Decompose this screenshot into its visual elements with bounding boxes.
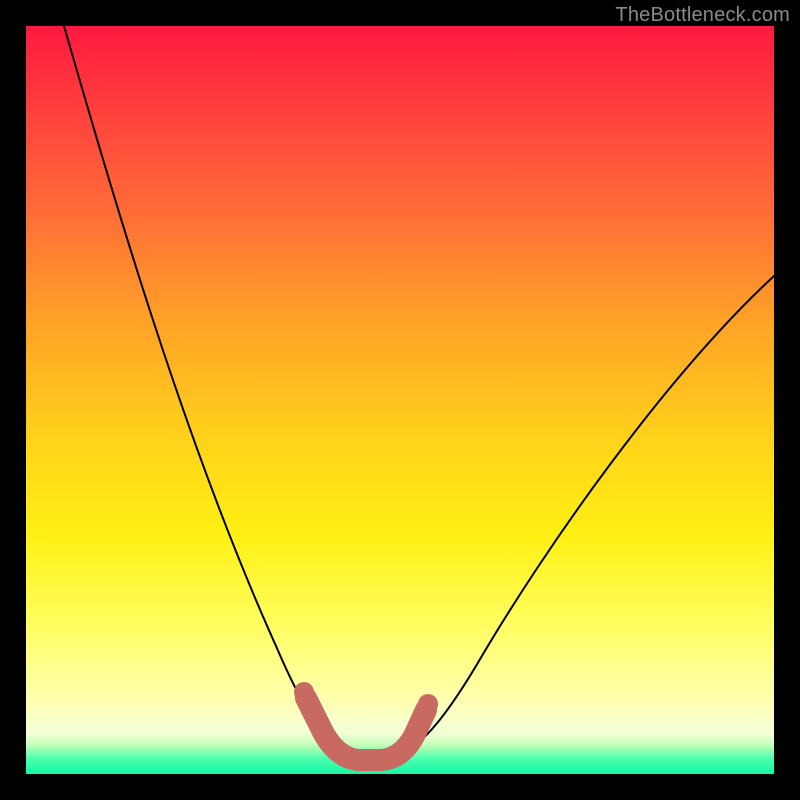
bottleneck-curve [64,26,774,759]
marker-dot-left [294,682,314,702]
chart-frame: TheBottleneck.com [0,0,800,800]
watermark-text: TheBottleneck.com [615,4,790,27]
chart-plot-area [26,26,774,774]
chart-svg [26,26,774,774]
optimal-zone-marker [306,698,426,760]
marker-dot-right [418,694,438,714]
